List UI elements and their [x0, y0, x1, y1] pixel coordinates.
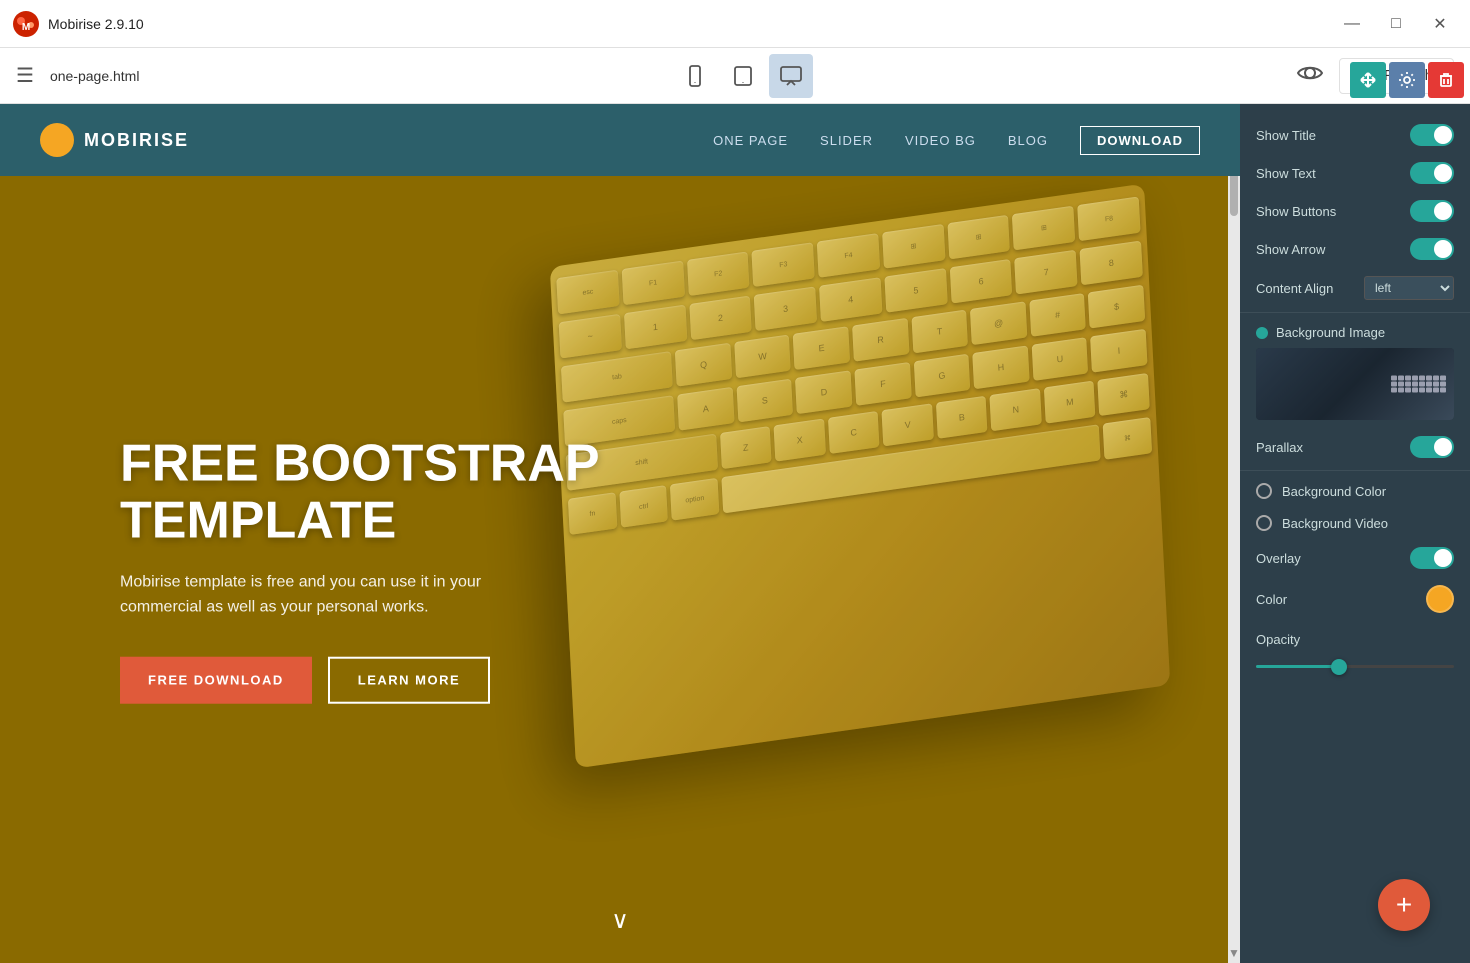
- opacity-slider-track[interactable]: [1256, 665, 1454, 668]
- show-buttons-row: Show Buttons: [1240, 192, 1470, 230]
- overlay-label: Overlay: [1256, 551, 1410, 566]
- show-text-label: Show Text: [1256, 166, 1410, 181]
- tablet-device-button[interactable]: [721, 54, 765, 98]
- main-area: MOBIRISE ONE PAGE SLIDER VIDEO BG BLOG D…: [0, 104, 1470, 963]
- show-buttons-toggle[interactable]: [1410, 200, 1454, 222]
- minimize-button[interactable]: —: [1334, 9, 1370, 39]
- hero-subtitle: Mobirise template is free and you can us…: [120, 570, 540, 621]
- show-title-label: Show Title: [1256, 128, 1410, 143]
- show-title-row: Show Title: [1240, 116, 1470, 154]
- settings-tool-button[interactable]: [1389, 62, 1425, 98]
- hero-buttons: FREE DOWNLOAD LEARN MORE: [120, 657, 620, 704]
- hero-section: esc F1 F2 F3 F4 ⊞ ⊞ ⊞ F8 ~ 1 2 3: [0, 176, 1240, 963]
- background-image-label: Background Image: [1256, 325, 1454, 340]
- background-image-section: Background Image: [1240, 317, 1470, 428]
- scrollbar[interactable]: ▲ ▼: [1228, 104, 1240, 963]
- toolbar: ☰ one-page.html: [0, 48, 1470, 104]
- logo-text: MOBIRISE: [84, 130, 189, 151]
- nav-link-onepage[interactable]: ONE PAGE: [713, 133, 788, 148]
- opacity-label: Opacity: [1256, 632, 1454, 647]
- show-buttons-label: Show Buttons: [1256, 204, 1410, 219]
- background-video-label: Background Video: [1282, 516, 1388, 531]
- close-button[interactable]: ✕: [1422, 9, 1458, 39]
- learn-more-button[interactable]: LEARN MORE: [328, 657, 490, 704]
- device-switcher: [673, 54, 1296, 98]
- preview-area: MOBIRISE ONE PAGE SLIDER VIDEO BG BLOG D…: [0, 104, 1240, 963]
- overlay-row: Overlay: [1240, 539, 1470, 577]
- color-row: Color: [1240, 577, 1470, 621]
- preview-button[interactable]: [1297, 60, 1323, 92]
- show-title-toggle[interactable]: [1410, 124, 1454, 146]
- settings-content: Show Title Show Text Show Buttons: [1240, 104, 1470, 963]
- nav-links: ONE PAGE SLIDER VIDEO BG BLOG DOWNLOAD: [713, 126, 1200, 155]
- opacity-slider-container: [1240, 657, 1470, 676]
- free-download-button[interactable]: FREE DOWNLOAD: [120, 657, 312, 704]
- hamburger-icon[interactable]: ☰: [16, 63, 34, 88]
- hero-content: FREE BOOTSTRAP TEMPLATE Mobirise templat…: [120, 435, 620, 704]
- background-video-radio[interactable]: [1256, 515, 1272, 531]
- bg-active-indicator: [1256, 327, 1268, 339]
- parallax-row: Parallax: [1240, 428, 1470, 466]
- site-logo: MOBIRISE: [40, 123, 189, 157]
- show-arrow-label: Show Arrow: [1256, 242, 1410, 257]
- content-align-label: Content Align: [1256, 281, 1364, 296]
- background-color-row: Background Color: [1240, 475, 1470, 507]
- fab-button[interactable]: +: [1378, 879, 1430, 931]
- color-swatch[interactable]: [1426, 585, 1454, 613]
- show-arrow-row: Show Arrow: [1240, 230, 1470, 268]
- background-color-radio[interactable]: [1256, 483, 1272, 499]
- show-text-row: Show Text: [1240, 154, 1470, 192]
- settings-panel: Show Title Show Text Show Buttons: [1240, 104, 1470, 963]
- nav-link-videobg[interactable]: VIDEO BG: [905, 133, 976, 148]
- delete-tool-button[interactable]: [1428, 62, 1464, 98]
- overlay-toggle[interactable]: [1410, 547, 1454, 569]
- color-label: Color: [1256, 592, 1426, 607]
- content-align-select[interactable]: left center right: [1364, 276, 1454, 300]
- window-controls: — □ ✕: [1334, 9, 1458, 39]
- nav-download-button[interactable]: DOWNLOAD: [1080, 126, 1200, 155]
- app-icon: M: [12, 10, 40, 38]
- parallax-toggle[interactable]: [1410, 436, 1454, 458]
- svg-text:M: M: [22, 22, 30, 33]
- desktop-device-button[interactable]: [769, 54, 813, 98]
- panel-toolbar: [1344, 56, 1470, 104]
- site-navbar: MOBIRISE ONE PAGE SLIDER VIDEO BG BLOG D…: [0, 104, 1240, 176]
- show-text-toggle[interactable]: [1410, 162, 1454, 184]
- mobile-device-button[interactable]: [673, 54, 717, 98]
- background-image-thumbnail[interactable]: [1256, 348, 1454, 420]
- move-tool-button[interactable]: [1350, 62, 1386, 98]
- scroll-down-arrow[interactable]: ▼: [1228, 947, 1240, 959]
- nav-link-slider[interactable]: SLIDER: [820, 133, 873, 148]
- scroll-arrow[interactable]: ∨: [611, 906, 629, 935]
- app-title: Mobirise 2.9.10: [48, 16, 1334, 32]
- hero-title: FREE BOOTSTRAP TEMPLATE: [120, 435, 620, 549]
- opacity-row: Opacity: [1240, 621, 1470, 657]
- show-arrow-toggle[interactable]: [1410, 238, 1454, 260]
- nav-link-blog[interactable]: BLOG: [1008, 133, 1048, 148]
- logo-circle: [40, 123, 74, 157]
- background-color-label: Background Color: [1282, 484, 1386, 499]
- opacity-slider-thumb[interactable]: [1331, 659, 1347, 675]
- opacity-slider-fill: [1256, 665, 1335, 668]
- parallax-label: Parallax: [1256, 440, 1410, 455]
- title-bar: M Mobirise 2.9.10 — □ ✕: [0, 0, 1470, 48]
- keyboard-decoration: esc F1 F2 F3 F4 ⊞ ⊞ ⊞ F8 ~ 1 2 3: [560, 226, 1160, 726]
- content-align-row: Content Align left center right: [1240, 268, 1470, 308]
- maximize-button[interactable]: □: [1378, 9, 1414, 39]
- background-video-row: Background Video: [1240, 507, 1470, 539]
- filename-label: one-page.html: [50, 68, 673, 84]
